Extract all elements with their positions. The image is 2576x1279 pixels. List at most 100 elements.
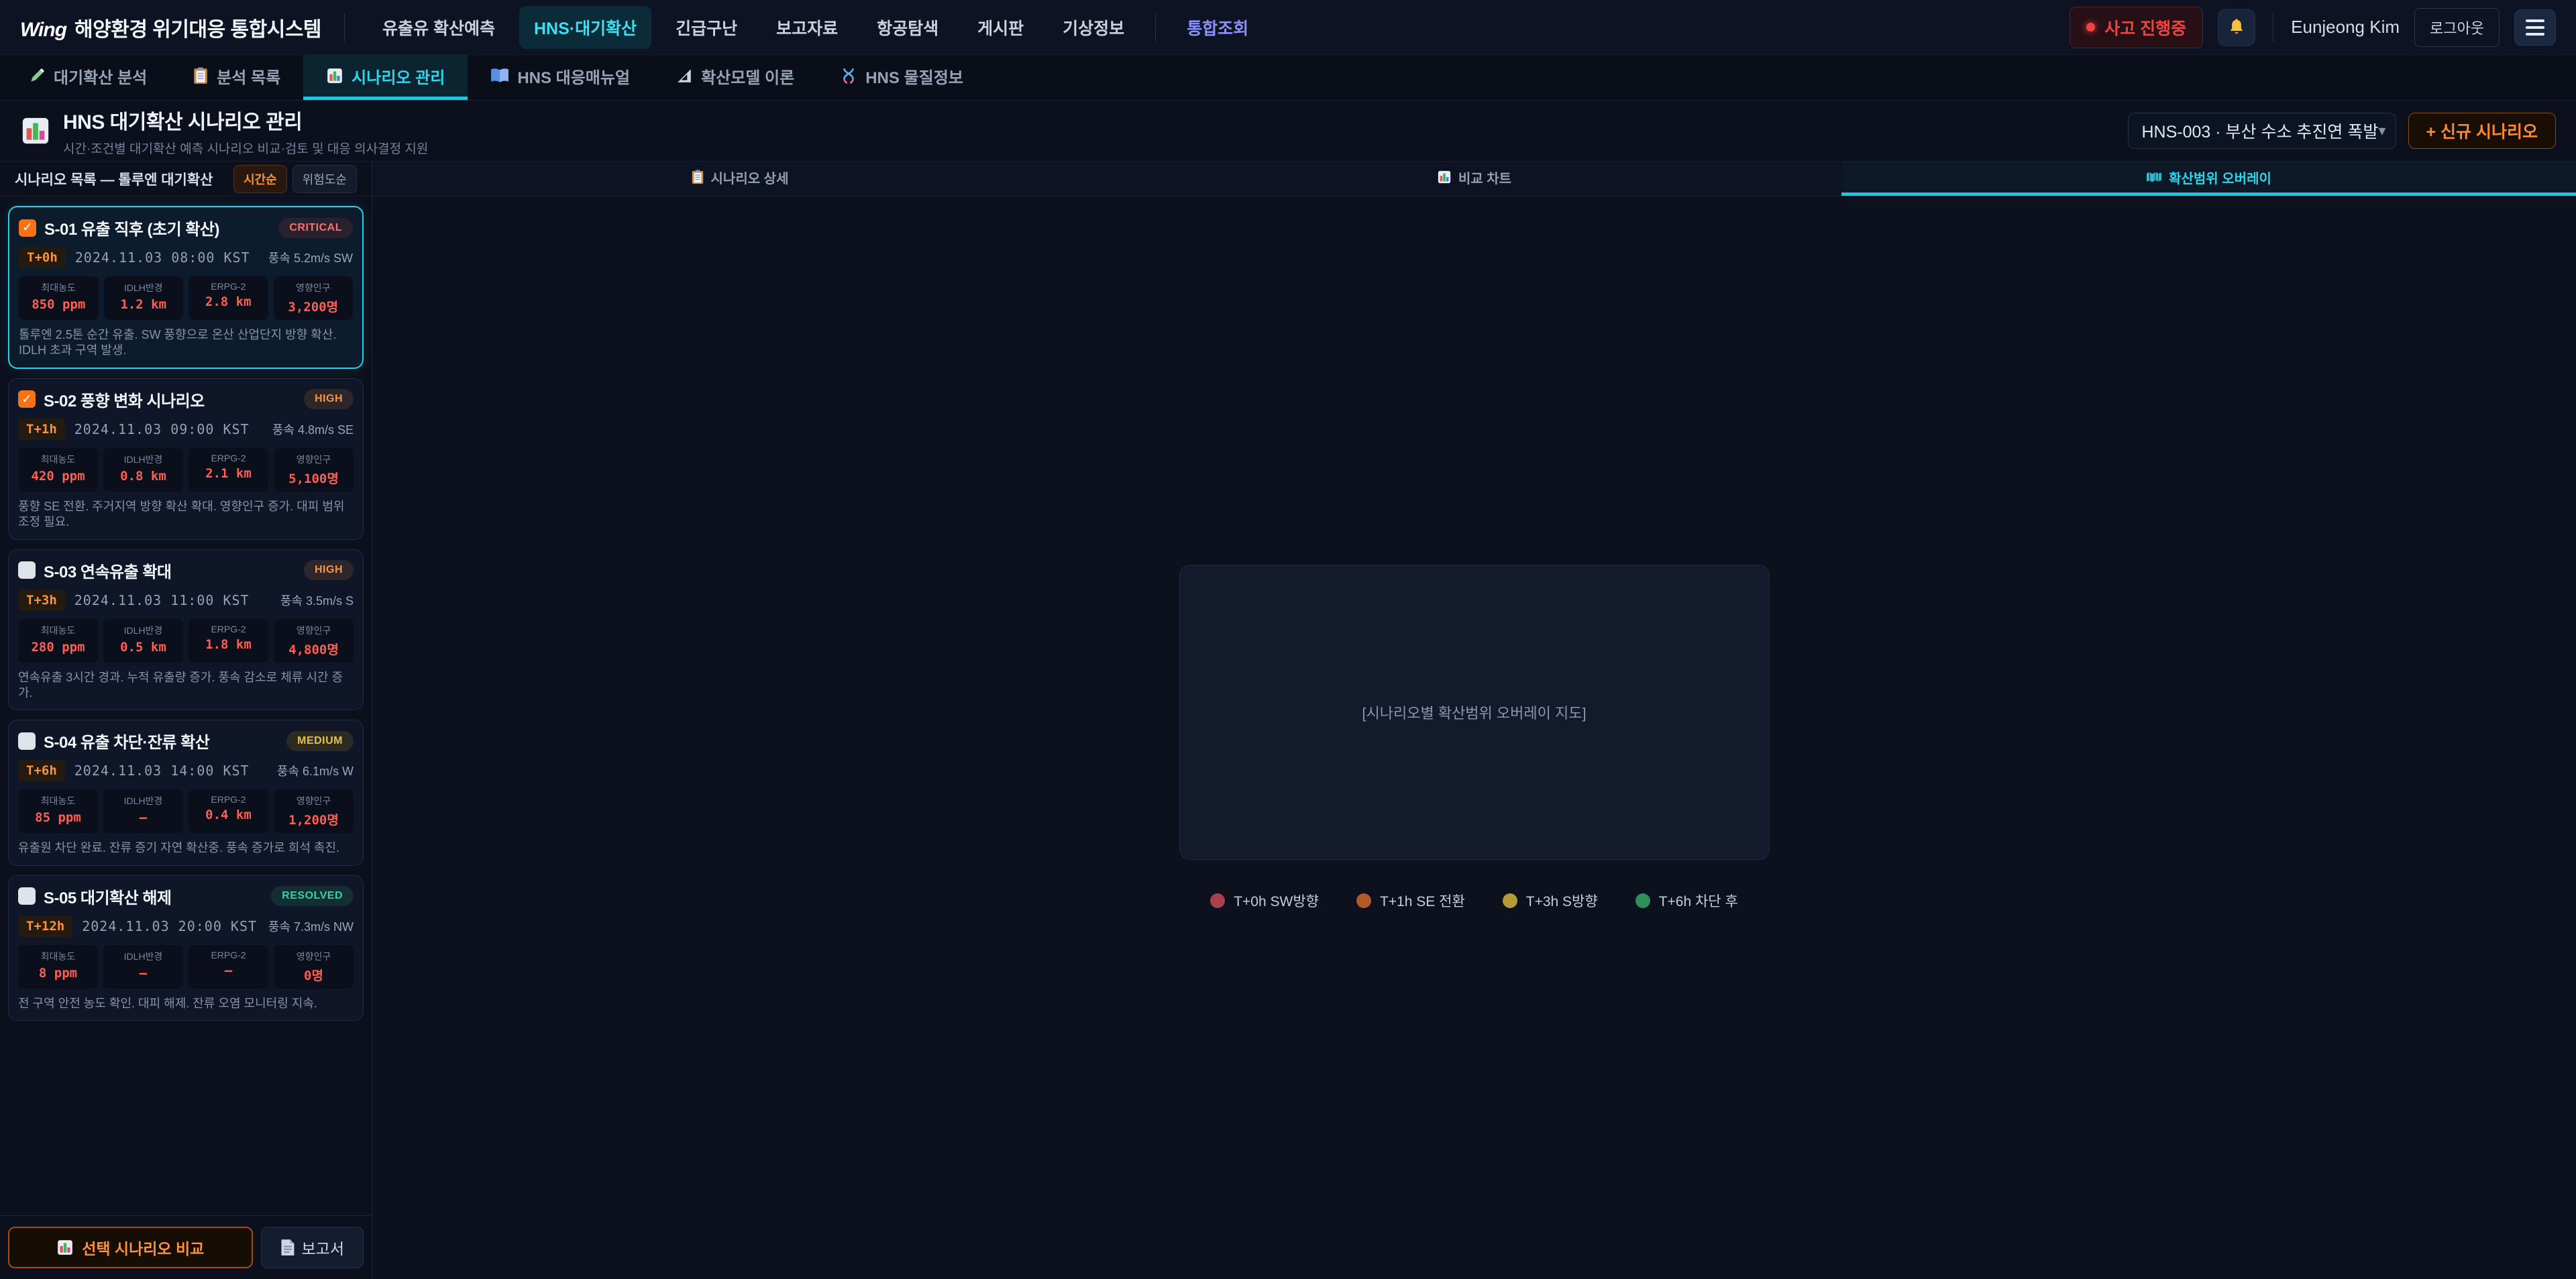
legend-item-t6: T+6h 차단 후: [1635, 891, 1738, 911]
world-map-icon: [2146, 170, 2162, 184]
scenario-checkbox[interactable]: [18, 561, 36, 579]
divider: [344, 13, 345, 42]
logo-mark: Wing: [20, 19, 66, 42]
legend-dot-icon: [1210, 893, 1225, 908]
scenario-title: S-05 대기확산 해제: [44, 885, 263, 908]
pencil-icon: [28, 67, 46, 85]
scenario-select-dropdown[interactable]: HNS-003 · 부산 수소 추진연 폭발: [2128, 113, 2396, 149]
metric-idlh-radius: IDLH반경1.2 km: [104, 276, 184, 320]
scenario-card-s01[interactable]: S-01 유출 직후 (초기 확산) CRITICAL T+0h 2024.11…: [8, 206, 364, 369]
main-menu: 유출유 확산예측 HNS·대기확산 긴급구난 보고자료 항공탐색 게시판 기상정…: [368, 6, 1263, 49]
menu-item-reports[interactable]: 보고자료: [761, 6, 853, 49]
main-panel: 시나리오 상세 비교 차트 확산범위 오버레이 [시나리오별 확산범위 오버레이…: [372, 162, 2576, 1279]
scenario-select-value: HNS-003 · 부산 수소 추진연 폭발: [2142, 119, 2379, 143]
map-placeholder-text: [시나리오별 확산범위 오버레이 지도]: [1362, 702, 1586, 723]
metric-max-concentration: 최대농도85 ppm: [18, 789, 98, 833]
metric-idlh-radius: IDLH반경—: [103, 945, 183, 989]
sort-by-risk-button[interactable]: 위험도순: [292, 165, 357, 193]
dispersion-overlay-map[interactable]: [시나리오별 확산범위 오버레이 지도]: [1179, 565, 1770, 860]
tab-hns-manual[interactable]: HNS 대응매뉴얼: [468, 55, 653, 100]
metric-erpg2: ERPG-20.4 km: [189, 789, 268, 833]
tab-analysis-list[interactable]: 분석 목록: [170, 55, 303, 100]
metric-affected-population: 영향인구0명: [274, 945, 354, 989]
tab-dispersion-overlay[interactable]: 확산범위 오버레이: [1841, 162, 2576, 196]
tab-scenario-detail[interactable]: 시나리오 상세: [372, 162, 1107, 196]
incident-status-label: 사고 진행중: [2104, 15, 2186, 40]
scenario-description: 풍향 SE 전환. 주거지역 방향 확산 확대. 영향인구 증가. 대피 범위 …: [18, 499, 354, 531]
severity-badge: HIGH: [304, 389, 354, 409]
overlay-legend: T+0h SW방향 T+1h SE 전환 T+3h S방향 T+6h 차단 후: [1210, 891, 1738, 911]
sub-navigation: 대기확산 분석 분석 목록 시나리오 관리 HNS 대응매뉴얼 확산모델 이론 …: [0, 55, 2576, 101]
scenario-description: 전 구역 안전 농도 확인. 대피 해제. 잔류 오염 모니터링 지속.: [18, 996, 354, 1011]
metric-max-concentration: 최대농도420 ppm: [18, 448, 98, 492]
notification-bell-button[interactable]: [2218, 9, 2255, 46]
triangle-ruler-icon: [676, 67, 693, 85]
tab-dispersion-model-theory[interactable]: 확산모델 이론: [653, 55, 817, 100]
scenario-card-list: S-01 유출 직후 (초기 확산) CRITICAL T+0h 2024.11…: [0, 197, 372, 1030]
metric-erpg2: ERPG-2—: [189, 945, 268, 989]
overlay-tab-content: [시나리오별 확산범위 오버레이 지도] T+0h SW방향 T+1h SE 전…: [372, 197, 2576, 1279]
tab-dispersion-analysis[interactable]: 대기확산 분석: [5, 55, 170, 100]
new-scenario-button[interactable]: + 신규 시나리오: [2408, 113, 2557, 149]
bar-chart-icon: [326, 67, 343, 85]
legend-dot-icon: [1503, 893, 1517, 908]
sidebar-title: 시나리오 목록 — 톨루엔 대기확산: [15, 169, 213, 189]
time-offset-chip: T+3h: [18, 590, 65, 611]
metric-idlh-radius: IDLH반경0.8 km: [103, 448, 183, 492]
app-logo: Wing 해양환경 위기대응 통합시스템: [20, 13, 321, 42]
tab-label: HNS 물질정보: [865, 64, 963, 88]
user-name: Eunjeong Kim: [2291, 17, 2400, 38]
menu-item-weather[interactable]: 기상정보: [1048, 6, 1139, 49]
page-header: HNS 대기확산 시나리오 관리 시간·조건별 대기확산 예측 시나리오 비교·…: [0, 101, 2576, 161]
report-button[interactable]: 보고서: [261, 1227, 364, 1268]
wind-info: 풍속 4.8m/s SE: [272, 421, 354, 438]
scenario-datetime: 2024.11.03 20:00 KST: [82, 918, 259, 934]
metric-idlh-radius: IDLH반경0.5 km: [103, 619, 183, 663]
tab-comparison-chart[interactable]: 비교 차트: [1107, 162, 1841, 196]
wind-info: 풍속 3.5m/s S: [280, 592, 354, 609]
scenario-title: S-02 풍향 변화 시나리오: [44, 388, 296, 411]
app-title: 해양환경 위기대응 통합시스템: [74, 13, 321, 42]
scenario-card-s02[interactable]: S-02 풍향 변화 시나리오 HIGH T+1h 2024.11.03 09:…: [8, 378, 364, 540]
scenario-card-s05[interactable]: S-05 대기확산 해제 RESOLVED T+12h 2024.11.03 2…: [8, 875, 364, 1021]
clipboard-icon: [691, 170, 704, 184]
severity-badge: RESOLVED: [271, 886, 354, 906]
tab-label: HNS 대응매뉴얼: [517, 64, 630, 88]
compare-scenarios-button[interactable]: 선택 시나리오 비교: [8, 1227, 253, 1268]
scenario-description: 유출원 차단 완료. 잔류 증기 자연 확산중. 풍속 증가로 희석 촉진.: [18, 840, 354, 856]
scenario-checkbox[interactable]: [18, 390, 36, 408]
menu-item-hns-dispersion[interactable]: HNS·대기확산: [519, 6, 651, 49]
sidebar-footer: 선택 시나리오 비교 보고서: [0, 1215, 372, 1279]
menu-item-board[interactable]: 게시판: [963, 6, 1038, 49]
logout-button[interactable]: 로그아웃: [2414, 8, 2500, 47]
top-navbar: Wing 해양환경 위기대응 통합시스템 유출유 확산예측 HNS·대기확산 긴…: [0, 0, 2576, 55]
legend-item-t0: T+0h SW방향: [1210, 891, 1319, 911]
dna-icon: [840, 67, 857, 85]
scenario-title: S-04 유출 차단·잔류 확산: [44, 729, 278, 753]
scenario-card-s04[interactable]: S-04 유출 차단·잔류 확산 MEDIUM T+6h 2024.11.03 …: [8, 720, 364, 865]
compare-button-label: 선택 시나리오 비교: [82, 1236, 204, 1259]
tab-scenario-management[interactable]: 시나리오 관리: [303, 55, 468, 100]
scenario-card-s03[interactable]: S-03 연속유출 확대 HIGH T+3h 2024.11.03 11:00 …: [8, 549, 364, 711]
divider: [1155, 13, 1156, 42]
legend-item-t1: T+1h SE 전환: [1356, 891, 1465, 911]
menu-item-oil-spill[interactable]: 유출유 확산예측: [368, 6, 510, 49]
scenario-checkbox[interactable]: [18, 887, 36, 905]
scenario-title: S-03 연속유출 확대: [44, 559, 296, 582]
time-offset-chip: T+0h: [19, 247, 66, 268]
tab-label: 확산모델 이론: [701, 64, 794, 88]
menu-item-aerial-search[interactable]: 항공탐색: [862, 6, 953, 49]
metric-affected-population: 영향인구1,200명: [274, 789, 354, 833]
severity-badge: MEDIUM: [286, 731, 354, 751]
menu-item-integrated-search[interactable]: 통합조회: [1172, 6, 1263, 49]
book-icon: [490, 68, 509, 84]
report-button-label: 보고서: [302, 1236, 344, 1259]
scenario-checkbox[interactable]: [18, 732, 36, 750]
scenario-checkbox[interactable]: [19, 219, 36, 237]
tab-hns-substance-info[interactable]: HNS 물질정보: [817, 55, 986, 100]
scenario-datetime: 2024.11.03 11:00 KST: [74, 592, 271, 608]
menu-item-emergency-rescue[interactable]: 긴급구난: [661, 6, 752, 49]
page-title: HNS 대기확산 시나리오 관리: [63, 105, 428, 135]
sort-by-time-button[interactable]: 시간순: [233, 165, 287, 193]
hamburger-menu-button[interactable]: [2514, 9, 2556, 46]
